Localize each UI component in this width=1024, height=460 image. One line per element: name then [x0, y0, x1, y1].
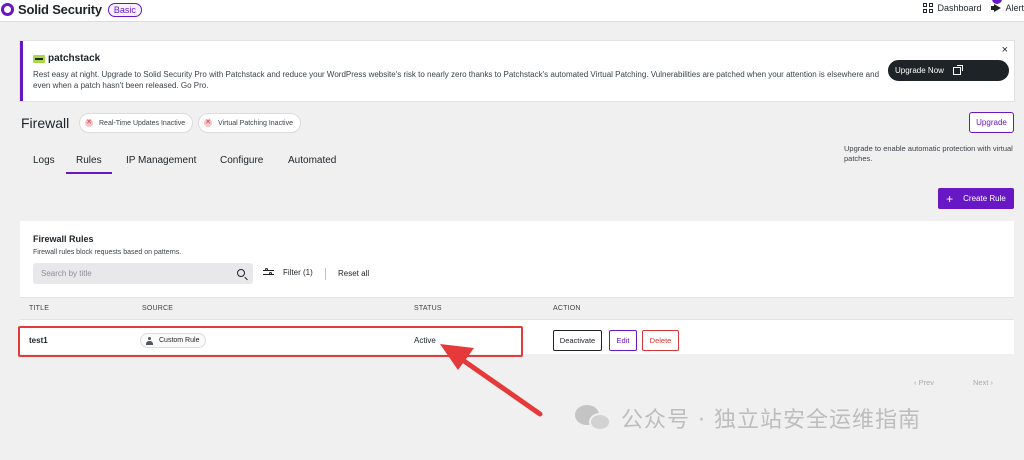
- tab-configure[interactable]: Configure: [220, 155, 263, 172]
- card-title: Firewall Rules: [33, 234, 94, 244]
- toolbar-divider: [325, 268, 326, 280]
- search-icon[interactable]: [237, 269, 245, 277]
- tab-logs[interactable]: Logs: [33, 155, 55, 172]
- wechat-watermark: 公众号 · 独立站安全运维指南: [575, 402, 921, 434]
- alerts-link[interactable]: Alert: [991, 3, 1024, 13]
- column-header-status[interactable]: STATUS: [414, 305, 442, 312]
- annotation-arrow-icon: [440, 344, 543, 417]
- virtual-patching-label: Virtual Patching Inactive: [218, 119, 293, 127]
- top-bar: Solid Security Basic Dashboard Alert: [0, 0, 1024, 22]
- inactive-x-icon: ✕: [85, 119, 93, 127]
- inactive-x-icon: ✕: [204, 119, 212, 127]
- upgrade-now-button[interactable]: Upgrade Now: [888, 60, 1009, 81]
- brand-name: Solid Security: [18, 2, 102, 17]
- top-right-nav: Dashboard Alert: [913, 3, 1024, 13]
- delete-button[interactable]: Delete: [642, 330, 679, 351]
- plan-badge: Basic: [107, 2, 142, 17]
- watermark-text: 公众号 · 独立站安全运维指南: [621, 408, 921, 433]
- tab-ip-management[interactable]: IP Management: [126, 155, 196, 172]
- external-link-icon: [952, 64, 963, 75]
- create-rule-button[interactable]: + Create Rule: [938, 188, 1014, 209]
- next-page-button[interactable]: Next ›: [973, 378, 993, 387]
- prev-page-button[interactable]: ‹ Prev: [914, 378, 934, 387]
- plus-icon: +: [946, 191, 954, 206]
- virtual-patching-status: ✕ Virtual Patching Inactive: [198, 113, 301, 133]
- dashboard-label: Dashboard: [937, 3, 982, 13]
- solid-security-logo-icon: [1, 3, 14, 16]
- dashboard-grid-icon: [923, 3, 934, 13]
- create-rule-label: Create Rule: [963, 194, 1006, 203]
- patchstack-logo-text: patchstack: [48, 53, 101, 64]
- megaphone-icon: [991, 3, 1002, 13]
- filter-button[interactable]: Filter (1): [263, 268, 313, 277]
- column-header-action: ACTION: [553, 305, 581, 312]
- upgrade-button[interactable]: Upgrade: [969, 112, 1014, 133]
- search-box: [33, 263, 253, 284]
- upgrade-now-label: Upgrade Now: [895, 66, 944, 75]
- sliders-icon: [263, 268, 274, 277]
- patchstack-logo: patchstack: [33, 53, 100, 64]
- close-icon[interactable]: ×: [1002, 44, 1008, 56]
- search-input[interactable]: [33, 263, 223, 284]
- filter-label: Filter (1): [283, 268, 313, 277]
- wechat-icon: [575, 403, 613, 433]
- realtime-updates-status: ✕ Real-Time Updates Inactive: [79, 113, 194, 133]
- tab-rules[interactable]: Rules: [66, 155, 112, 174]
- reset-all-button[interactable]: Reset all: [338, 269, 369, 278]
- promo-text: Rest easy at night. Upgrade to Solid Sec…: [33, 70, 880, 90]
- page-title: Firewall: [21, 115, 70, 131]
- upgrade-note: Upgrade to enable automatic protection w…: [844, 144, 1013, 163]
- alerts-label: Alert: [1005, 3, 1024, 13]
- column-header-source[interactable]: SOURCE: [142, 305, 173, 312]
- deactivate-button[interactable]: Deactivate: [553, 330, 602, 351]
- tab-automated[interactable]: Automated: [288, 155, 336, 172]
- realtime-updates-label: Real-Time Updates Inactive: [99, 119, 186, 127]
- edit-button[interactable]: Edit: [609, 330, 637, 351]
- dashboard-link[interactable]: Dashboard: [923, 3, 981, 13]
- card-subtitle: Firewall rules block requests based on p…: [33, 249, 182, 256]
- patchstack-promo-banner: patchstack Rest easy at night. Upgrade t…: [20, 41, 1014, 101]
- brand[interactable]: Solid Security Basic: [0, 2, 142, 17]
- column-header-title[interactable]: TITLE: [29, 305, 49, 312]
- table-header: TITLE SOURCE STATUS ACTION: [20, 297, 1014, 320]
- patchstack-mark-icon: [33, 54, 45, 63]
